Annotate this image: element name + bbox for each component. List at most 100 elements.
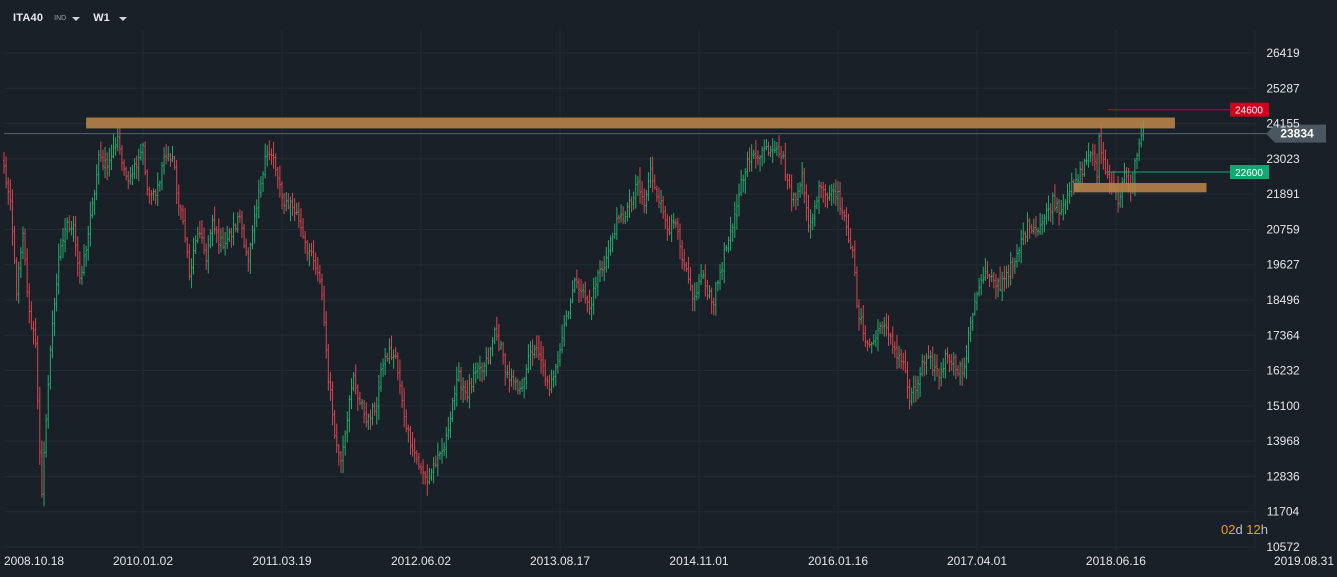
ohlc-bar xyxy=(419,463,422,475)
ohlc-bar xyxy=(731,223,734,242)
ohlc-bar xyxy=(104,146,107,179)
ohlc-bar xyxy=(645,189,648,214)
ohlc-bar xyxy=(935,354,938,377)
ohlc-bar xyxy=(293,198,296,221)
ohlc-bar xyxy=(923,355,926,377)
ohlc-bar xyxy=(59,238,62,261)
ohlc-bar xyxy=(230,227,233,248)
ohlc-bar xyxy=(841,197,844,220)
y-tick-label: 19627 xyxy=(1266,258,1300,272)
ohlc-bar xyxy=(874,330,877,348)
ohlc-bar xyxy=(527,344,530,374)
ohlc-bar xyxy=(348,395,351,433)
chart-overlays: 246002260023834 xyxy=(4,102,1326,193)
ohlc-bar xyxy=(240,210,243,238)
ohlc-bar xyxy=(146,169,149,196)
ohlc-bar xyxy=(978,277,981,297)
ohlc-bar xyxy=(782,150,785,160)
symbol-name[interactable]: ITA40 xyxy=(13,12,43,24)
ohlc-bar xyxy=(693,282,696,312)
ohlc-bar xyxy=(306,239,309,261)
timeframe-dropdown-caret-icon[interactable] xyxy=(118,17,127,21)
ohlc-bar xyxy=(944,349,947,379)
price-axis: 26419 25287 24155 23023 21891 20759 19627 18496… xyxy=(1266,46,1300,554)
ohlc-bar xyxy=(653,174,656,190)
ohlc-bar xyxy=(5,156,8,189)
ohlc-bar xyxy=(613,223,616,239)
ohlc-bar xyxy=(76,236,79,277)
ohlc-bar xyxy=(902,352,905,371)
ohlc-bar xyxy=(390,335,393,361)
ohlc-bar xyxy=(765,138,768,151)
ohlc-bar xyxy=(723,242,726,284)
ohlc-bar xyxy=(967,326,970,364)
ohlc-bar xyxy=(893,341,896,358)
ohlc-bar xyxy=(1028,218,1031,239)
ohlc-bar xyxy=(487,347,490,365)
ohlc-bar xyxy=(457,362,460,382)
ohlc-bar xyxy=(1015,244,1018,268)
ohlc-bar xyxy=(799,181,802,198)
ohlc-bar xyxy=(533,344,536,359)
ohlc-bar xyxy=(927,345,930,359)
ohlc-bar xyxy=(938,368,941,390)
ohlc-bar xyxy=(672,212,675,229)
ohlc-bar xyxy=(546,375,549,390)
symbol-dropdown-caret-icon[interactable] xyxy=(72,17,81,21)
ohlc-bar xyxy=(1032,218,1035,235)
y-tick-label: 10572 xyxy=(1266,540,1300,554)
ohlc-bar xyxy=(432,457,435,484)
ohlc-bar xyxy=(297,202,300,228)
ohlc-bar xyxy=(434,455,437,468)
ohlc-bar xyxy=(219,228,222,253)
ohlc-bar xyxy=(1003,266,1006,292)
ohlc-bar xyxy=(1045,202,1048,225)
ohlc-bar xyxy=(302,217,305,239)
y-tick-label: 26419 xyxy=(1266,46,1300,60)
ohlc-bar xyxy=(761,146,764,167)
ohlc-bar xyxy=(24,228,27,266)
ohlc-bar xyxy=(626,202,629,222)
ohlc-bar xyxy=(234,223,237,232)
ohlc-bar xyxy=(352,371,355,392)
timeframe-selector[interactable]: W1 xyxy=(93,12,110,24)
ohlc-bar xyxy=(47,375,50,429)
ohlc-bar xyxy=(163,147,166,175)
ohlc-bar xyxy=(1011,257,1014,279)
ohlc-bar xyxy=(933,353,936,382)
x-tick-label: 2017.04.01 xyxy=(947,554,1007,568)
ohlc-bar xyxy=(687,256,690,284)
ohlc-bar xyxy=(262,171,265,193)
ohlc-bar xyxy=(622,206,625,225)
ohlc-bar xyxy=(200,219,203,244)
ohlc-bar xyxy=(120,144,123,171)
ohlc-bar xyxy=(413,438,416,463)
ohlc-bar xyxy=(952,352,955,376)
ohlc-bar xyxy=(40,440,43,498)
ohlc-bar xyxy=(1091,143,1094,167)
ohlc-bar xyxy=(813,200,816,227)
y-tick-label: 18496 xyxy=(1266,293,1300,307)
ohlc-bar xyxy=(417,452,420,470)
ohlc-bar xyxy=(575,269,578,289)
ohlc-bar xyxy=(398,359,401,395)
price-chart[interactable]: 246002260023834 264192528724155230232189… xyxy=(0,0,1337,577)
ohlc-bar xyxy=(868,338,871,348)
ohlc-bar xyxy=(942,358,945,378)
ohlc-bar xyxy=(1058,199,1061,226)
ohlc-bar xyxy=(704,264,707,297)
ohlc-bar xyxy=(767,141,770,156)
ohlc-bar xyxy=(276,166,279,189)
ohlc-bar xyxy=(377,374,380,420)
ohlc-bar xyxy=(984,258,987,281)
ohlc-bar xyxy=(1026,212,1029,243)
ohlc-bar xyxy=(754,139,757,169)
ohlc-bar xyxy=(489,346,492,365)
y-tick-label: 20759 xyxy=(1266,222,1300,236)
ohlc-bar xyxy=(401,380,404,408)
ohlc-bar xyxy=(280,181,283,210)
ohlc-bar xyxy=(700,264,703,286)
ohlc-bar xyxy=(647,172,650,201)
ohlc-bar xyxy=(824,184,827,208)
ohlc-bar xyxy=(339,450,342,473)
